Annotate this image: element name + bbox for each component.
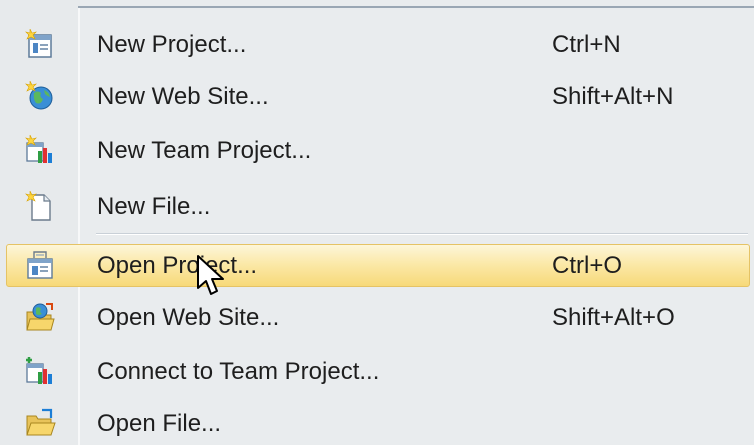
menu-item-new-web-site[interactable]: New Web Site... Shift+Alt+N	[0, 75, 748, 118]
menu-item-label: Open Project...	[97, 252, 258, 279]
menu-item-label: Open Web Site...	[97, 304, 280, 331]
open-file-icon	[26, 408, 56, 436]
menu-item-open-web-site[interactable]: Open Web Site... Shift+Alt+O	[0, 296, 748, 339]
menu-item-label: New Project...	[97, 31, 247, 58]
menu-item-new-project[interactable]: New Project... Ctrl+N	[0, 23, 748, 66]
menu-item-open-file[interactable]: Open File...	[0, 402, 748, 445]
file-menu-dropdown: New Project... Ctrl+N New Web Site... Sh…	[0, 0, 754, 445]
connect-team-project-icon	[26, 357, 52, 384]
menu-item-connect-team-project[interactable]: Connect to Team Project...	[0, 350, 748, 393]
menu-item-shortcut: Ctrl+N	[552, 31, 621, 58]
open-web-site-icon	[26, 303, 55, 331]
new-project-icon	[25, 29, 52, 58]
menu-item-label: Open File...	[97, 410, 222, 437]
new-file-icon	[25, 191, 51, 221]
menu-item-new-team-project[interactable]: New Team Project...	[0, 129, 748, 172]
menu-item-open-project[interactable]: Open Project... Ctrl+O	[6, 244, 750, 287]
menu-item-label: New Web Site...	[97, 83, 269, 110]
mouse-pointer-icon	[197, 255, 224, 295]
new-team-project-icon	[25, 135, 52, 163]
new-web-site-icon	[25, 81, 53, 110]
menu-separator-highlight	[96, 234, 748, 235]
menu-top-border	[78, 6, 754, 8]
open-project-icon	[27, 251, 53, 279]
menu-item-shortcut: Shift+Alt+N	[552, 83, 674, 110]
menu-item-label: New File...	[97, 193, 211, 220]
menu-item-label: Connect to Team Project...	[97, 358, 380, 385]
menu-item-label: New Team Project...	[97, 137, 312, 164]
menu-item-shortcut: Shift+Alt+O	[552, 304, 675, 331]
menu-item-new-file[interactable]: New File...	[0, 185, 748, 228]
menu-item-shortcut: Ctrl+O	[552, 252, 623, 279]
